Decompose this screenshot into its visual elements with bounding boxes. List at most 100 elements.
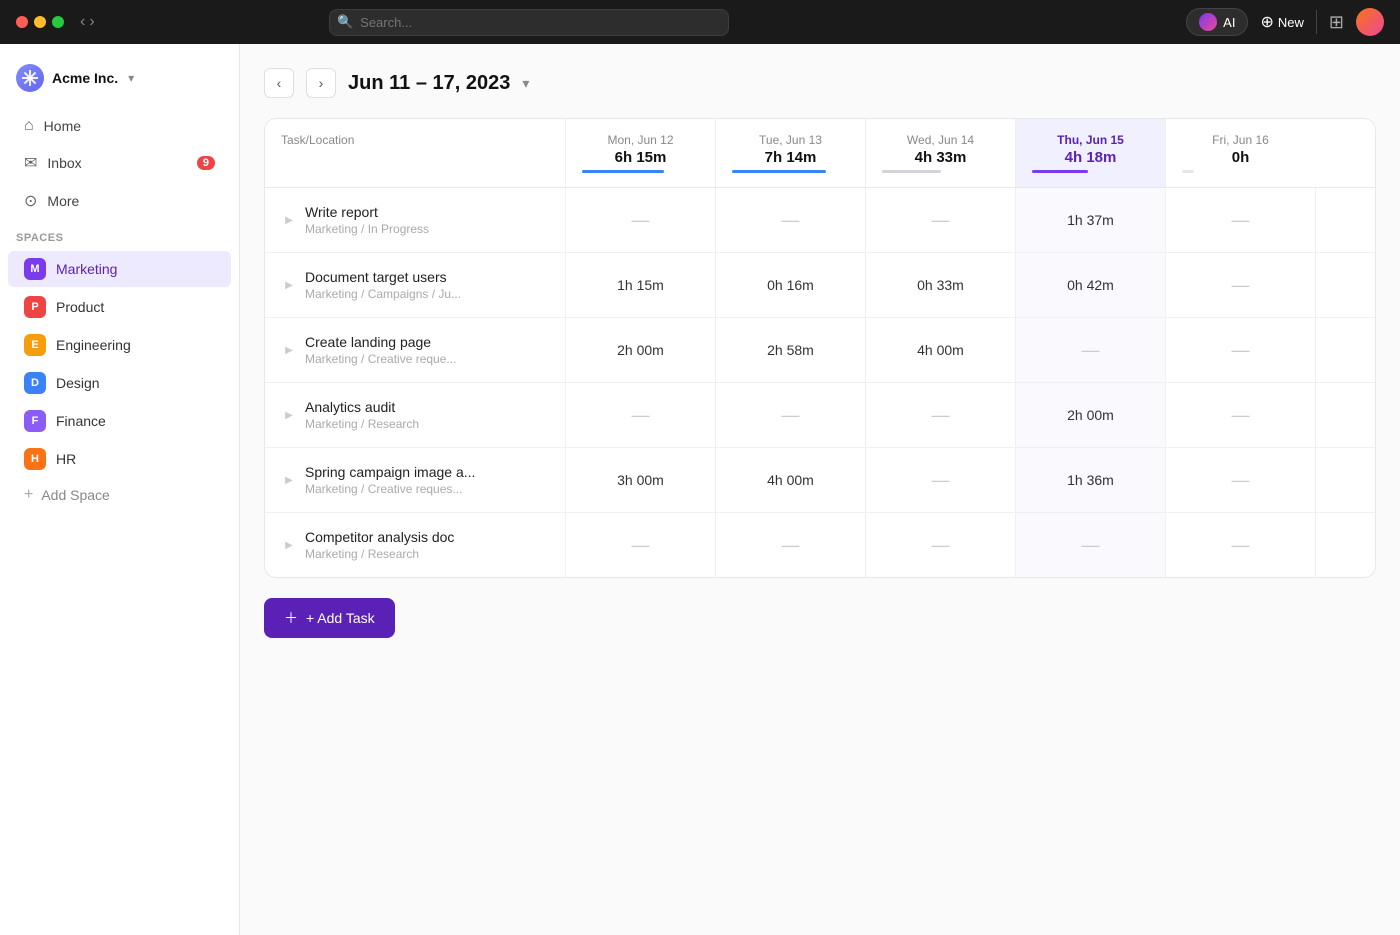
task-cell-landing: ▶ Create landing page Marketing / Creati… (265, 318, 565, 382)
task-path: Marketing / Creative reque... (305, 352, 456, 366)
sidebar-item-engineering[interactable]: E Engineering (8, 327, 231, 363)
task-path: Marketing / Campaigns / Ju... (305, 287, 461, 301)
more-icon: ⊙ (24, 191, 37, 211)
th-wed: Wed, Jun 14 4h 33m (865, 119, 1015, 187)
th-thu-total: 4h 18m (1032, 149, 1149, 166)
th-fri-bar (1182, 170, 1194, 173)
time-cell-mon: 2h 00m (565, 318, 715, 382)
task-name: Create landing page (305, 334, 456, 350)
time-cell-fri: — (1165, 513, 1315, 577)
table-row: ▶ Create landing page Marketing / Creati… (265, 318, 1375, 383)
expand-btn[interactable]: ▶ (281, 407, 297, 423)
inbox-badge: 9 (197, 156, 215, 170)
th-wed-day: Wed, Jun 14 (882, 133, 999, 147)
avatar[interactable] (1356, 8, 1384, 36)
time-cell-tue: 4h 00m (715, 448, 865, 512)
th-tue: Tue, Jun 13 7h 14m (715, 119, 865, 187)
new-label: New (1278, 15, 1304, 30)
forward-arrow-btn[interactable]: › (89, 13, 94, 31)
sidebar-item-product[interactable]: P Product (8, 289, 231, 325)
th-extra (1315, 119, 1375, 187)
task-name: Competitor analysis doc (305, 529, 454, 545)
time-cell-wed: — (865, 383, 1015, 447)
th-mon-bar (582, 170, 664, 173)
nav-home-label: Home (44, 118, 81, 134)
time-cell-mon: — (565, 383, 715, 447)
task-path: Marketing / Creative reques... (305, 482, 475, 496)
th-wed-total: 4h 33m (882, 149, 999, 166)
space-label-marketing: Marketing (56, 261, 117, 277)
workspace-name: Acme Inc. (52, 70, 118, 86)
th-fri-total: 0h (1182, 149, 1299, 166)
back-arrow-btn[interactable]: ‹ (80, 13, 85, 31)
sidebar-item-marketing[interactable]: M Marketing (8, 251, 231, 287)
th-fri-day: Fri, Jun 16 (1182, 133, 1299, 147)
space-label-finance: Finance (56, 413, 106, 429)
prev-week-btn[interactable]: ‹ (264, 68, 294, 98)
time-cell-mon: — (565, 188, 715, 252)
add-task-button[interactable]: ＋ + Add Task (264, 598, 395, 638)
sidebar-item-design[interactable]: D Design (8, 365, 231, 401)
expand-btn[interactable]: ▶ (281, 342, 297, 358)
th-fri: Fri, Jun 16 0h (1165, 119, 1315, 187)
tracking-table: Task/Location Mon, Jun 12 6h 15m Tue, Ju… (264, 118, 1376, 578)
time-cell-fri: — (1165, 318, 1315, 382)
task-cell-competitor: ▶ Competitor analysis doc Marketing / Re… (265, 513, 565, 577)
time-cell-thu: 2h 00m (1015, 383, 1165, 447)
task-cell-analytics: ▶ Analytics audit Marketing / Research (265, 383, 565, 447)
expand-btn[interactable]: ▶ (281, 277, 297, 293)
task-path: Marketing / Research (305, 417, 419, 431)
search-icon: 🔍 (337, 14, 353, 30)
main-layout: Acme Inc. ▾ ⌂ Home ✉ Inbox 9 ⊙ More Spac… (0, 44, 1400, 935)
table-row: ▶ Write report Marketing / In Progress —… (265, 188, 1375, 253)
new-button[interactable]: ⊕ New (1260, 12, 1303, 32)
th-wed-bar (882, 170, 941, 173)
window-controls (16, 16, 64, 28)
table-row: ▶ Competitor analysis doc Marketing / Re… (265, 513, 1375, 577)
sidebar-item-finance[interactable]: F Finance (8, 403, 231, 439)
space-dot-product: P (24, 296, 46, 318)
nav-inbox[interactable]: ✉ Inbox 9 (8, 145, 231, 181)
expand-btn[interactable]: ▶ (281, 472, 297, 488)
date-range: Jun 11 – 17, 2023 (348, 72, 510, 95)
task-name: Analytics audit (305, 399, 419, 415)
th-task-label: Task/Location (281, 133, 354, 147)
close-dot[interactable] (16, 16, 28, 28)
task-info: Create landing page Marketing / Creative… (305, 334, 456, 366)
th-thu: Thu, Jun 15 4h 18m (1015, 119, 1165, 187)
add-space-button[interactable]: + Add Space (8, 479, 231, 511)
next-week-btn[interactable]: › (306, 68, 336, 98)
nav-home[interactable]: ⌂ Home (8, 109, 231, 143)
expand-btn[interactable]: ▶ (281, 537, 297, 553)
sidebar-item-hr[interactable]: H HR (8, 441, 231, 477)
topbar-right: AI ⊕ New ⊞ (1186, 8, 1384, 36)
workspace-header[interactable]: Acme Inc. ▾ (0, 56, 239, 108)
grid-icon[interactable]: ⊞ (1329, 12, 1344, 33)
nav-more[interactable]: ⊙ More (8, 183, 231, 219)
time-cell-extra (1315, 188, 1375, 252)
th-tue-day: Tue, Jun 13 (732, 133, 849, 147)
date-chevron-icon[interactable]: ▾ (522, 75, 529, 92)
time-cell-extra (1315, 383, 1375, 447)
add-space-icon: + (24, 486, 33, 504)
maximize-dot[interactable] (52, 16, 64, 28)
table-row: ▶ Spring campaign image a... Marketing /… (265, 448, 1375, 513)
time-cell-tue: — (715, 383, 865, 447)
inbox-icon: ✉ (24, 153, 37, 173)
workspace-chevron: ▾ (128, 71, 134, 85)
time-cell-thu: — (1015, 318, 1165, 382)
ai-button[interactable]: AI (1186, 8, 1248, 36)
time-cell-extra (1315, 448, 1375, 512)
table-header: Task/Location Mon, Jun 12 6h 15m Tue, Ju… (265, 119, 1375, 188)
search-input[interactable] (329, 9, 729, 36)
minimize-dot[interactable] (34, 16, 46, 28)
time-cell-fri: — (1165, 253, 1315, 317)
time-cell-thu: 1h 36m (1015, 448, 1165, 512)
space-label-product: Product (56, 299, 104, 315)
time-cell-wed: 0h 33m (865, 253, 1015, 317)
topbar-divider (1316, 10, 1317, 34)
home-icon: ⌂ (24, 117, 34, 135)
sidebar: Acme Inc. ▾ ⌂ Home ✉ Inbox 9 ⊙ More Spac… (0, 44, 240, 935)
expand-btn[interactable]: ▶ (281, 212, 297, 228)
search-container: 🔍 (329, 9, 729, 36)
